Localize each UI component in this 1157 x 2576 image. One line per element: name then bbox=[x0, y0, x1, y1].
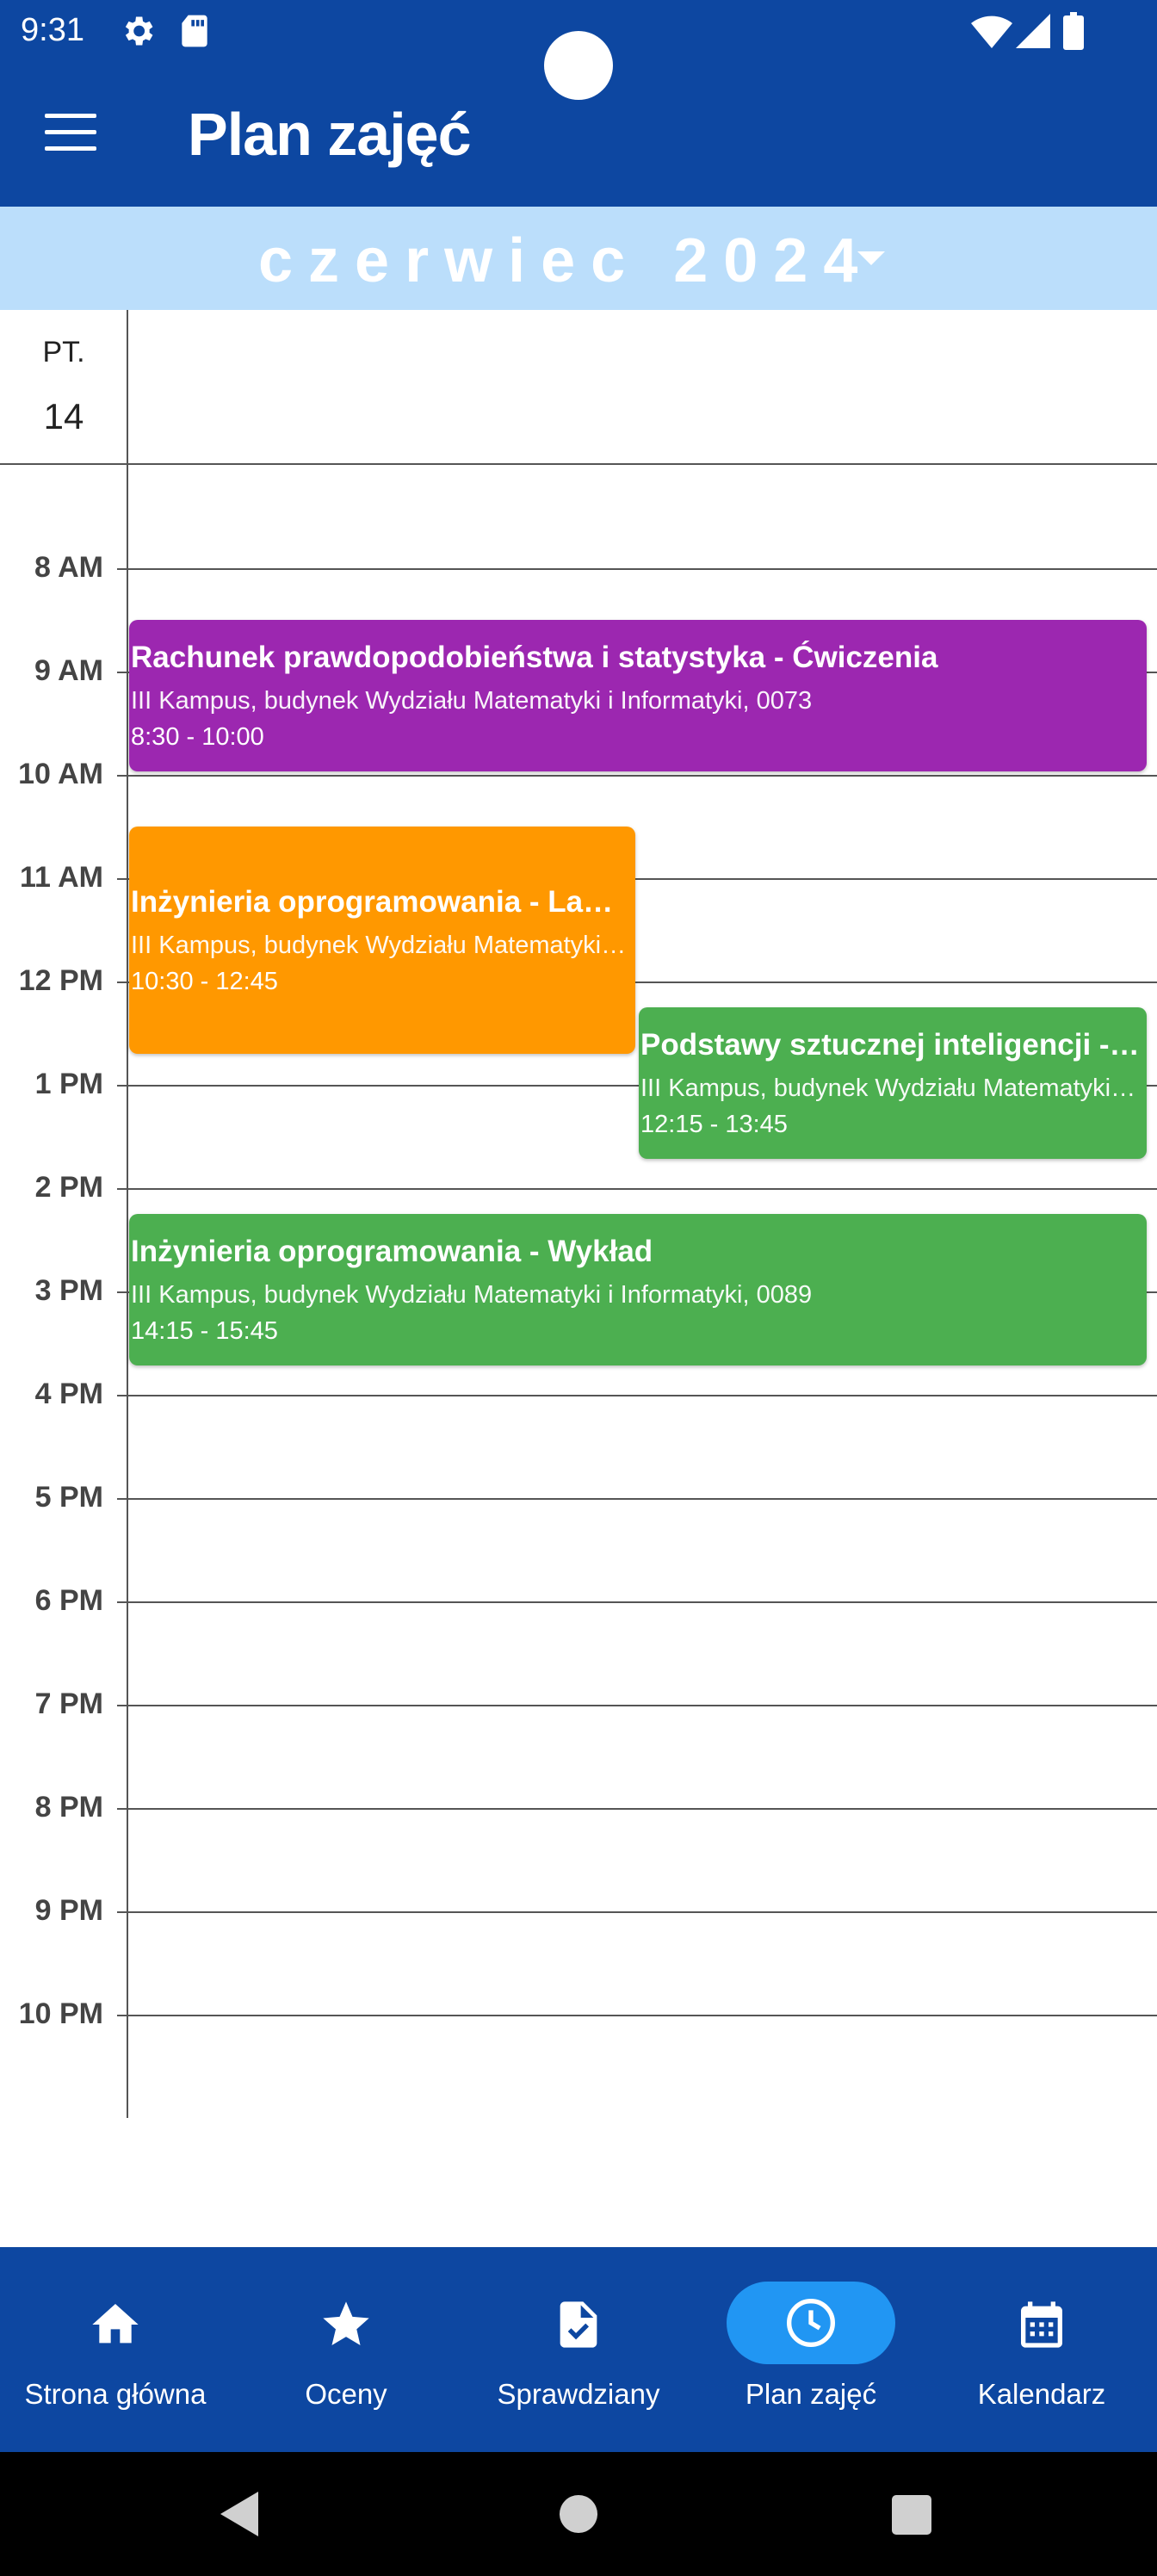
clock-icon bbox=[787, 2299, 835, 2347]
gear-icon bbox=[125, 16, 153, 46]
hour-label: 11 AM bbox=[19, 861, 103, 894]
home-icon bbox=[92, 2304, 139, 2344]
hour-line bbox=[117, 1395, 1157, 1396]
nav-item-home[interactable]: Strona główna bbox=[0, 2247, 231, 2452]
hour-label: 4 PM bbox=[34, 1378, 103, 1410]
event-time: 8:30 - 10:00 bbox=[131, 723, 264, 751]
camera-cutout bbox=[544, 31, 613, 100]
hour-label: 9 AM bbox=[34, 654, 103, 687]
nav-item-tests[interactable]: Sprawdziany bbox=[461, 2247, 696, 2452]
nav-item-schedule[interactable]: Plan zajęć bbox=[696, 2247, 926, 2452]
day-header: PT. 14 bbox=[0, 310, 127, 463]
battery-icon bbox=[1063, 12, 1084, 50]
hour-line bbox=[117, 1498, 1157, 1500]
hour-row: 10 AM bbox=[0, 758, 1157, 790]
recents-icon[interactable] bbox=[892, 2495, 931, 2535]
hour-label: 1 PM bbox=[34, 1068, 103, 1100]
bottom-navigation: Strona główna Oceny Sprawdziany Plan zaj… bbox=[0, 2247, 1157, 2452]
event-card[interactable]: Rachunek prawdopodobieństwa i statystyka… bbox=[129, 620, 1147, 771]
hour-row: 7 PM bbox=[0, 1687, 1157, 1720]
hour-row: 9 PM bbox=[0, 1894, 1157, 1927]
hour-line bbox=[117, 1705, 1157, 1706]
event-title: Inżynieria oprogramowania - Laboratoria bbox=[131, 885, 630, 919]
event-title: Inżynieria oprogramowania - Wykład bbox=[131, 1235, 653, 1268]
hamburger-icon[interactable] bbox=[45, 114, 96, 155]
hour-label: 2 PM bbox=[34, 1171, 103, 1204]
hour-row: 6 PM bbox=[0, 1584, 1157, 1617]
hour-label: 9 PM bbox=[34, 1894, 103, 1927]
event-title: Podstawy sztucznej inteligencji - Labora… bbox=[640, 1028, 1142, 1062]
hour-label: 3 PM bbox=[34, 1274, 103, 1307]
nav-label-schedule: Plan zajęć bbox=[745, 2378, 877, 2410]
hour-row: 5 PM bbox=[0, 1481, 1157, 1514]
nav-item-grades[interactable]: Oceny bbox=[231, 2247, 461, 2452]
hour-row: 4 PM bbox=[0, 1378, 1157, 1410]
hour-label: 10 PM bbox=[18, 1997, 103, 2030]
event-location: III Kampus, budynek Wydziału Matematyki … bbox=[131, 1281, 813, 1309]
chevron-down-icon bbox=[857, 251, 885, 265]
event-location: III Kampus, budynek Wydziału Matematyki … bbox=[131, 932, 630, 959]
hour-line bbox=[117, 775, 1157, 777]
sd-card-icon bbox=[182, 15, 207, 47]
back-icon[interactable] bbox=[220, 2492, 260, 2536]
month-label: czerwiec 2024 bbox=[258, 226, 874, 295]
month-selector[interactable]: czerwiec 2024 bbox=[0, 207, 1157, 310]
nav-label-calendar: Kalendarz bbox=[977, 2378, 1106, 2410]
hour-label: 10 AM bbox=[18, 758, 103, 790]
hour-label: 12 PM bbox=[18, 964, 103, 997]
hour-line bbox=[117, 2015, 1157, 2016]
assignment-check-icon bbox=[560, 2301, 597, 2348]
hour-label: 5 PM bbox=[34, 1481, 103, 1514]
event-card[interactable]: Podstawy sztucznej inteligencji - Labora… bbox=[639, 1007, 1147, 1159]
event-time: 12:15 - 13:45 bbox=[640, 1111, 788, 1138]
hour-label: 6 PM bbox=[34, 1584, 103, 1617]
day-schedule[interactable]: PT. 14 8 AM 9 AM 10 AM 11 AM 12 PM 1 PM 2 PM 3 … bbox=[0, 310, 1157, 2247]
hour-line bbox=[117, 568, 1157, 570]
hour-row: 8 AM bbox=[0, 551, 1157, 584]
hour-row: 2 PM bbox=[0, 1171, 1157, 1204]
calendar-icon bbox=[1021, 2301, 1062, 2348]
signal-icon bbox=[1016, 14, 1050, 48]
hour-label: 7 PM bbox=[34, 1687, 103, 1720]
nav-label-tests: Sprawdziany bbox=[497, 2378, 660, 2410]
event-time: 14:15 - 15:45 bbox=[131, 1317, 278, 1345]
hour-label: 8 PM bbox=[34, 1791, 103, 1824]
hour-line bbox=[117, 1601, 1157, 1603]
event-time: 10:30 - 12:45 bbox=[131, 968, 278, 995]
time-column-divider bbox=[127, 310, 128, 2118]
hour-line bbox=[117, 1911, 1157, 1913]
event-location: III Kampus, budynek Wydziału Matematyki … bbox=[131, 687, 813, 715]
day-number: 14 bbox=[43, 396, 84, 437]
hour-row: 8 PM bbox=[0, 1791, 1157, 1824]
hour-line bbox=[117, 1188, 1157, 1190]
event-title: Rachunek prawdopodobieństwa i statystyka… bbox=[131, 641, 938, 674]
nav-label-home: Strona główna bbox=[24, 2378, 207, 2410]
nav-label-grades: Oceny bbox=[305, 2378, 387, 2410]
hour-row: 10 PM bbox=[0, 1997, 1157, 2030]
header-divider bbox=[0, 463, 1157, 465]
star-icon bbox=[323, 2301, 369, 2345]
event-card[interactable]: Inżynieria oprogramowania - Laboratoria … bbox=[129, 827, 635, 1054]
event-card[interactable]: Inżynieria oprogramowania - Wykład III K… bbox=[129, 1214, 1147, 1365]
event-location: III Kampus, budynek Wydziału Matematyki … bbox=[640, 1074, 1142, 1102]
system-navigation-bar bbox=[0, 2452, 1157, 2576]
hour-label: 8 AM bbox=[34, 551, 103, 584]
home-circle-icon[interactable] bbox=[560, 2495, 597, 2533]
status-time: 9:31 bbox=[21, 12, 84, 48]
hour-line bbox=[117, 1808, 1157, 1810]
nav-item-calendar[interactable]: Kalendarz bbox=[926, 2247, 1157, 2452]
wifi-icon bbox=[971, 15, 1012, 49]
day-name: PT. bbox=[42, 336, 85, 368]
page-title: Plan zajęć bbox=[188, 101, 472, 168]
